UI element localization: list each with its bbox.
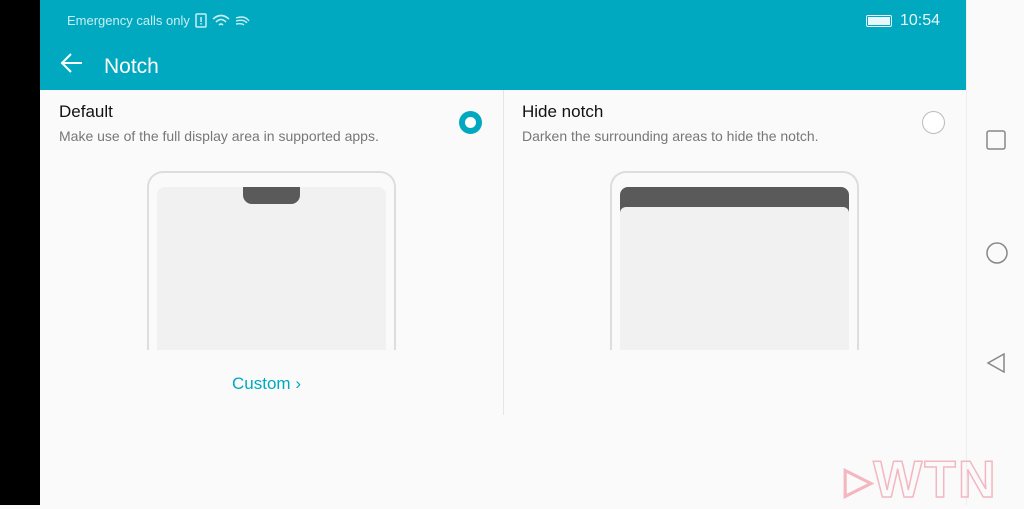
- page-title: Notch: [104, 55, 159, 78]
- phone-screen: [157, 187, 386, 350]
- arrow-left-icon: [60, 53, 82, 73]
- option-default[interactable]: Default Make use of the full display are…: [40, 90, 503, 415]
- option-title: Hide notch: [522, 102, 604, 121]
- back-button[interactable]: [60, 52, 84, 78]
- phone-screen: [620, 207, 849, 350]
- home-circle-icon[interactable]: [986, 242, 1008, 264]
- battery-icon: [865, 15, 892, 27]
- radio-unselected[interactable]: [922, 111, 945, 134]
- status-bar: Emergency calls only: [67, 13, 251, 28]
- option-description: Darken the surrounding areas to hide the…: [522, 128, 819, 144]
- option-title: Default: [59, 102, 113, 121]
- custom-link[interactable]: Custom ›: [232, 374, 301, 394]
- time: 10:54: [899, 12, 940, 29]
- option-description: Make use of the full display area in sup…: [59, 128, 379, 144]
- radio-selected[interactable]: [459, 111, 482, 134]
- recents-square-icon[interactable]: [986, 130, 1006, 150]
- app-header: Emergency calls only 10:54 Notch: [40, 0, 966, 90]
- phone-illustration: [610, 171, 859, 350]
- navigation-bar: [966, 0, 1024, 505]
- option-hide-notch[interactable]: Hide notch Darken the surrounding areas …: [503, 90, 966, 415]
- notch: [243, 187, 300, 204]
- custom-label: Custom: [232, 374, 291, 393]
- watermark-logo: ▸WTN: [844, 451, 998, 509]
- back-triangle-icon[interactable]: [986, 353, 1006, 373]
- chevron-right-icon: ›: [295, 374, 301, 393]
- sim-alert-icon: [195, 13, 207, 28]
- left-black-bar: [0, 0, 40, 505]
- carrier-text: Emergency calls only: [67, 13, 190, 28]
- wifi-icon: [212, 14, 230, 26]
- clock-area: 10:54: [865, 12, 940, 30]
- signal-icon: [235, 15, 250, 26]
- phone-illustration: [147, 171, 396, 350]
